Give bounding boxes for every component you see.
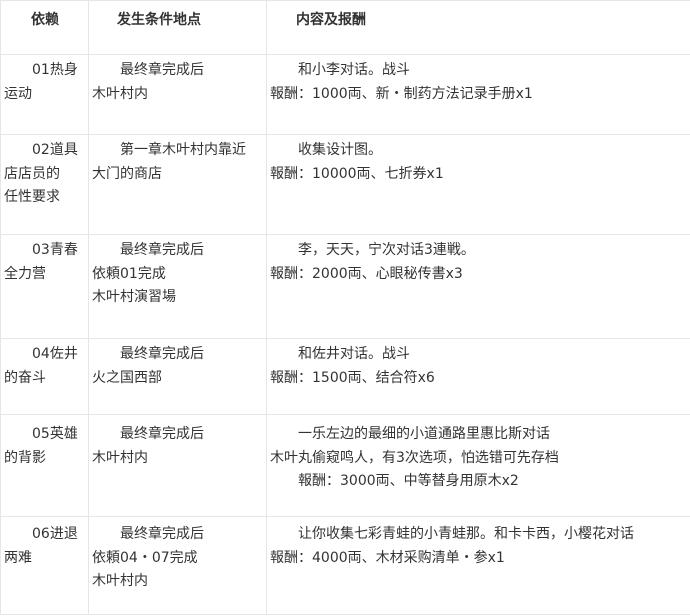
table-row: 01热身 运动 最终章完成后 木叶村内 和小李对话。战斗 報酬：1000両、新・… xyxy=(0,54,690,135)
condition-cell: 最终章完成后 依頼01完成 木叶村演習場 xyxy=(88,234,267,339)
condition-line: 第一章木叶村内靠近 xyxy=(120,142,246,158)
condition-line: 木叶村演習場 xyxy=(92,289,176,305)
quest-name-line: 02道具 xyxy=(32,142,78,158)
quest-name-cell: 04佐井 的奋斗 xyxy=(0,338,89,415)
quest-name-cell: 01热身 运动 xyxy=(0,54,89,135)
condition-line: 最终章完成后 xyxy=(120,346,204,362)
content-cell: 让你收集七彩青蛙的小青蛙那。和卡卡西，小樱花对话 報酬：4000両、木材采购清单… xyxy=(266,516,690,615)
quest-name-line: 03青春 xyxy=(32,242,78,258)
content-cell: 李，天天，宁次对话3連戦。 報酬：2000両、心眼秘传書x3 xyxy=(266,234,690,339)
table-row: 06进退 两难 最终章完成后 依頼04・07完成 木叶村内 让你收集七彩青蛙的小… xyxy=(0,516,690,615)
content-cell: 和小李对话。战斗 報酬：1000両、新・制药方法记录手册x1 xyxy=(266,54,690,135)
quest-name-cell: 02道具 店店员的 任性要求 xyxy=(0,134,89,235)
content-line: 收集设计图。 xyxy=(298,142,382,158)
quest-name-line: 06进退 xyxy=(32,526,78,542)
quest-name-line: 全力营 xyxy=(4,265,46,282)
quest-name-line: 的奋斗 xyxy=(4,369,46,386)
condition-cell: 最终章完成后 火之国西部 xyxy=(88,338,267,415)
condition-cell: 最终章完成后 木叶村内 xyxy=(88,414,267,517)
condition-line: 木叶村内 xyxy=(92,573,148,589)
table-row: 04佐井 的奋斗 最终章完成后 火之国西部 和佐井对话。战斗 報酬：1500両、… xyxy=(0,338,690,415)
condition-line: 最终章完成后 xyxy=(120,426,204,442)
table-row: 05英雄 的背影 最终章完成后 木叶村内 一乐左边的最细的小道通路里惠比斯对话 … xyxy=(0,414,690,517)
content-line: 李，天天，宁次对话3連戦。 xyxy=(298,242,475,258)
content-line: 木叶丸偷窥鸣人，有3次选项，怕选错可先存档 xyxy=(270,449,559,466)
quest-name-line: 01热身 xyxy=(32,62,78,78)
condition-line: 火之国西部 xyxy=(92,369,162,386)
quest-name-line: 运动 xyxy=(4,85,32,102)
quest-name-line: 两难 xyxy=(4,549,32,566)
condition-line: 木叶村内 xyxy=(92,449,148,466)
condition-cell: 第一章木叶村内靠近 大门的商店 xyxy=(88,134,267,235)
reward-line: 報酬：2000両、心眼秘传書x3 xyxy=(270,265,463,282)
content-line: 和佐井对话。战斗 xyxy=(298,346,410,362)
table-row: 02道具 店店员的 任性要求 第一章木叶村内靠近 大门的商店 收集设计图。 報酬… xyxy=(0,134,690,235)
content-cell: 收集设计图。 報酬：10000両、七折券x1 xyxy=(266,134,690,235)
quest-name-line: 任性要求 xyxy=(4,189,60,205)
quest-name-line: 店店员的 xyxy=(4,165,60,182)
table-header-row: 依赖 发生条件地点 内容及报酬 xyxy=(0,0,690,55)
condition-line: 最终章完成后 xyxy=(120,526,204,542)
quest-name-line: 的背影 xyxy=(4,449,46,466)
quest-table: 依赖 发生条件地点 内容及报酬 01热身 运动 最终章完成后 木叶村内 和小李对… xyxy=(0,0,690,615)
content-line: 让你收集七彩青蛙的小青蛙那。和卡卡西，小樱花对话 xyxy=(298,526,634,542)
reward-line: 報酬：1500両、结合符x6 xyxy=(270,369,435,386)
condition-line: 最终章完成后 xyxy=(120,242,204,258)
condition-line: 最终章完成后 xyxy=(120,62,204,78)
quest-name-line: 05英雄 xyxy=(32,426,78,442)
quest-name-cell: 05英雄 的背影 xyxy=(0,414,89,517)
condition-line: 依頼01完成 xyxy=(92,265,166,282)
condition-line: 依頼04・07完成 xyxy=(92,549,198,566)
condition-line: 大门的商店 xyxy=(92,165,162,182)
quest-name-cell: 03青春 全力营 xyxy=(0,234,89,339)
content-cell: 一乐左边的最细的小道通路里惠比斯对话 木叶丸偷窥鸣人，有3次选项，怕选错可先存档… xyxy=(266,414,690,517)
condition-line: 木叶村内 xyxy=(92,85,148,102)
table-row: 03青春 全力营 最终章完成后 依頼01完成 木叶村演習場 李，天天，宁次对话3… xyxy=(0,234,690,339)
header-content: 内容及报酬 xyxy=(266,0,690,55)
quest-name-cell: 06进退 两难 xyxy=(0,516,89,615)
reward-line: 報酬：1000両、新・制药方法记录手册x1 xyxy=(270,85,533,102)
condition-cell: 最终章完成后 依頼04・07完成 木叶村内 xyxy=(88,516,267,615)
condition-cell: 最终章完成后 木叶村内 xyxy=(88,54,267,135)
reward-line: 報酬：3000両、中等替身用原木x2 xyxy=(298,473,519,489)
content-line: 和小李对话。战斗 xyxy=(298,62,410,78)
content-line: 一乐左边的最细的小道通路里惠比斯对话 xyxy=(298,426,550,442)
quest-name-line: 04佐井 xyxy=(32,346,78,362)
reward-line: 報酬：4000両、木材采购清单・参x1 xyxy=(270,549,505,566)
header-condition: 发生条件地点 xyxy=(88,0,267,55)
reward-line: 報酬：10000両、七折券x1 xyxy=(270,165,444,182)
content-cell: 和佐井对话。战斗 報酬：1500両、结合符x6 xyxy=(266,338,690,415)
header-name: 依赖 xyxy=(0,0,89,55)
